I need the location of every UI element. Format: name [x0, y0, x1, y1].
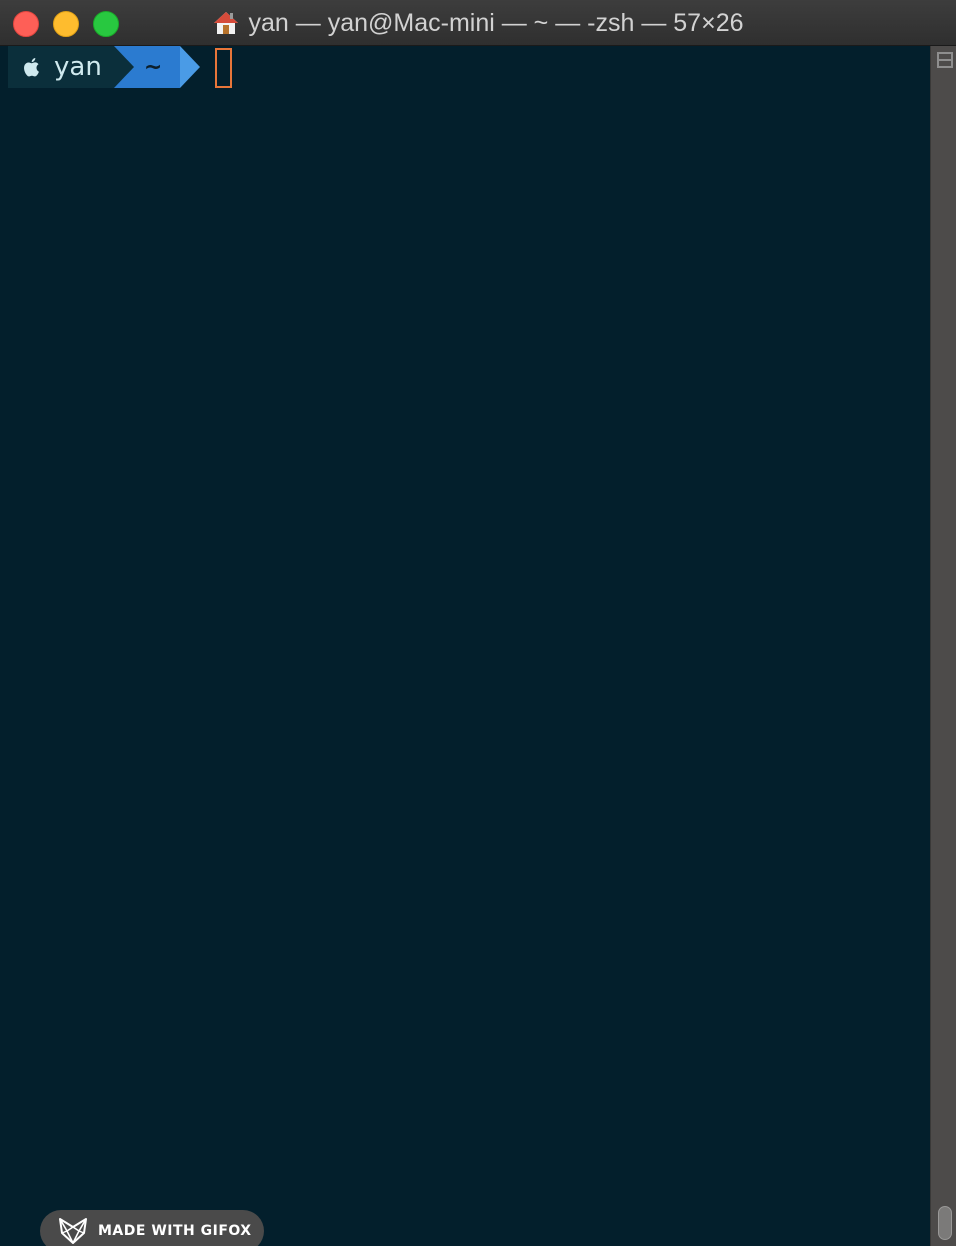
vertical-scrollbar[interactable] — [930, 46, 956, 1246]
apple-icon — [24, 58, 39, 77]
text-cursor — [215, 48, 232, 88]
window-title-text: yan — yan@Mac-mini — ~ — -zsh — 57×26 — [248, 8, 744, 37]
scroll-thumb[interactable] — [938, 1206, 952, 1240]
title-bar[interactable]: yan — yan@Mac-mini — ~ — -zsh — 57×26 — [0, 0, 956, 46]
gifox-watermark-badge: MADE WITH GIFOX — [40, 1210, 264, 1246]
split-pane-icon[interactable] — [937, 52, 953, 68]
prompt-end-arrow — [180, 46, 201, 88]
segment-separator — [113, 46, 134, 88]
prompt-directory-segment: ~ — [113, 46, 181, 88]
prompt-user-segment: yan — [8, 46, 114, 88]
prompt-user: yan — [54, 52, 102, 82]
prompt-directory: ~ — [143, 54, 163, 80]
window-title: yan — yan@Mac-mini — ~ — -zsh — 57×26 — [0, 0, 956, 46]
terminal-window: yan — yan@Mac-mini — ~ — -zsh — 57×26 ya… — [0, 0, 956, 1246]
home-icon — [213, 12, 238, 34]
fox-icon — [59, 1218, 87, 1244]
terminal-content[interactable]: yan ~ MADE WITH GIFOX — [0, 46, 930, 1246]
badge-text: MADE WITH GIFOX — [98, 1223, 252, 1239]
shell-prompt: yan ~ — [8, 46, 201, 88]
